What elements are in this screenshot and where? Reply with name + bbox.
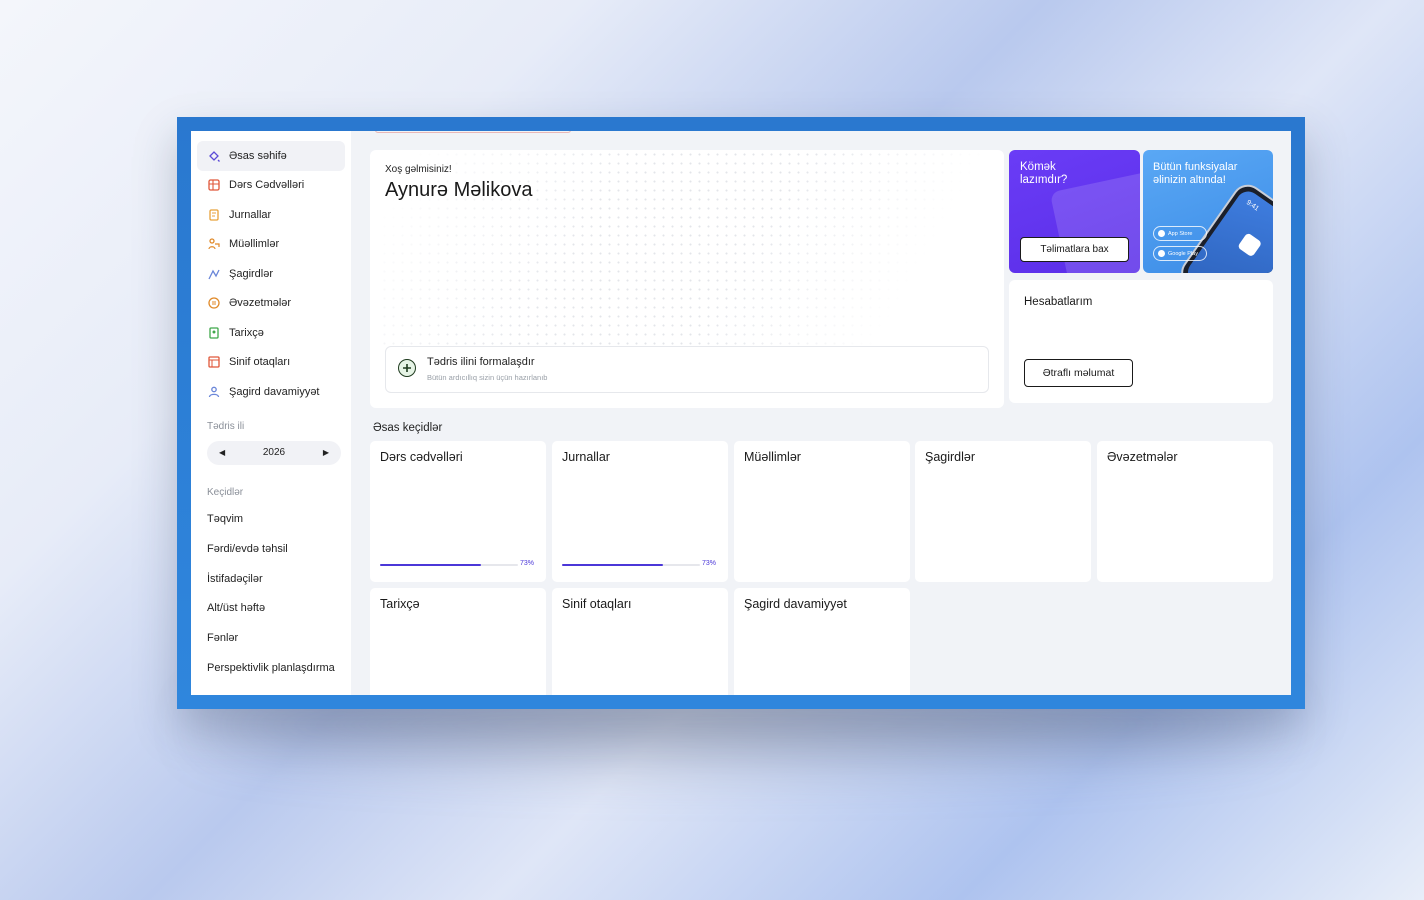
sidebar-link[interactable]: Alt/üst həftə [197, 594, 345, 624]
sidebar-item-label: Əsas səhifə [229, 149, 287, 162]
sidebar-item-label: Şagirdlər [229, 267, 274, 280]
android-icon [1158, 250, 1165, 257]
quick-link-tile[interactable]: Tarixçə [370, 588, 546, 695]
progress-label: 73% [702, 560, 717, 567]
plus-icon [398, 359, 416, 377]
user-name: Aynurə Məlikova [385, 179, 533, 201]
sidebar-links: Təqvim Fərdi/evdə təhsil İstifadəçilər Alt/… [197, 505, 345, 683]
links-section-label: Keçidlər [207, 486, 244, 498]
form-school-year-button[interactable]: Tədris ilini formalaşdır Bütün ardıcıllı… [385, 346, 989, 393]
help-title: Kömək lazımdır? [1020, 161, 1068, 186]
tile-title: Tarixçə [380, 597, 420, 611]
sidebar-item-label: Şagird davamiyyət [229, 385, 320, 398]
mobile-app-card: Bütün funksiyalar əlinizin altında! 9:41… [1143, 150, 1273, 273]
reports-card: Hesabatlarım Ətraflı məlumat [1009, 280, 1273, 403]
help-card: Kömək lazımdır? Təlimatlara bax [1009, 150, 1140, 273]
sidebar: Əsas səhifə Dərs Cədvəlləri Jurnallar Müəll… [191, 131, 351, 695]
device-frame: Əsas səhifə Dərs Cədvəlləri Jurnallar Müəll… [177, 117, 1305, 709]
sidebar-item-label: Əvəzetmələr [229, 297, 292, 310]
sidebar-nav: Əsas səhifə Dərs Cədvəlləri Jurnallar Müəll… [197, 141, 345, 407]
tile-title: Şagird davamiyyət [744, 597, 847, 611]
tile-title: Müəllimlər [744, 450, 801, 464]
students-icon [207, 267, 221, 281]
sidebar-item-label: Jurnallar [229, 208, 272, 221]
view-instructions-button[interactable]: Təlimatlara bax [1020, 237, 1129, 262]
form-subtitle: Bütün ardıcıllıq sizin üçün hazırlanıb [427, 373, 548, 382]
quick-link-tile[interactable]: Şagird davamiyyət [734, 588, 910, 695]
form-title: Tədris ilini formalaşdır [427, 356, 535, 368]
app-store-button[interactable]: App Store [1153, 226, 1207, 241]
year-prev-icon[interactable]: ◀ [219, 448, 225, 457]
app-screen: Əsas səhifə Dərs Cədvəlləri Jurnallar Müəll… [191, 131, 1291, 695]
quick-link-tile[interactable]: Əvəzetmələr [1097, 441, 1273, 582]
swap-icon [207, 296, 221, 310]
sidebar-item[interactable]: Şagirdlər [197, 259, 345, 289]
sidebar-item[interactable]: Dərs Cədvəlləri [197, 171, 345, 201]
sidebar-item-label: Müəllimlər [229, 238, 280, 251]
history-icon [207, 326, 221, 340]
sidebar-link[interactable]: Təqvim [197, 505, 345, 535]
sidebar-item[interactable]: Əvəzetmələr [197, 289, 345, 319]
google-play-label: Google Play [1168, 250, 1198, 257]
journal-icon [207, 208, 221, 222]
sidebar-item[interactable]: Əsas səhifə [197, 141, 345, 171]
sidebar-link[interactable]: Perspektivlik planlaşdırma [197, 653, 345, 683]
progress-fill [380, 564, 481, 566]
attendance-icon [207, 385, 221, 399]
quick-link-tile[interactable]: Müəllimlər [734, 441, 910, 582]
quick-link-tile[interactable]: Jurnallar 73% [552, 441, 728, 582]
quick-link-tile[interactable]: Şagirdlər [915, 441, 1091, 582]
progress-fill [562, 564, 663, 566]
sidebar-item-label: Dərs Cədvəlləri [229, 179, 305, 192]
progress-bar [562, 564, 700, 566]
sidebar-link[interactable]: Fərdi/evdə təhsil [197, 534, 345, 564]
sparkle-icon [207, 149, 221, 163]
reports-title: Hesabatlarım [1024, 296, 1093, 308]
welcome-greeting: Xoş gəlmisiniz! [385, 164, 452, 175]
year-value: 2026 [262, 447, 286, 458]
sidebar-item[interactable]: Sinif otaqları [197, 348, 345, 378]
app-logo-icon [1237, 232, 1263, 258]
quick-link-tile[interactable]: Dərs cədvəlləri 73% [370, 441, 546, 582]
year-picker[interactable]: ◀ 2026 ▶ [207, 440, 341, 465]
sidebar-item[interactable]: Tarixçə [197, 318, 345, 348]
sidebar-item[interactable]: Jurnallar [197, 200, 345, 230]
tile-title: Şagirdlər [925, 450, 976, 464]
tile-title: Sinif otaqları [562, 597, 632, 611]
google-play-button[interactable]: Google Play [1153, 246, 1207, 261]
phone-time: 9:41 [1244, 199, 1260, 213]
year-next-icon[interactable]: ▶ [323, 448, 329, 457]
more-info-button[interactable]: Ətraflı məlumat [1024, 359, 1133, 387]
top-search-edge [375, 131, 571, 133]
quick-links-heading: Əsas keçidlər [373, 422, 443, 434]
sidebar-link[interactable]: Fənlər [197, 623, 345, 653]
progress-label: 73% [520, 560, 535, 567]
welcome-card: Xoş gəlmisiniz! Aynurə Məlikova Tədris i… [370, 150, 1004, 408]
classroom-icon [207, 355, 221, 369]
progress-bar [380, 564, 518, 566]
table-icon [207, 178, 221, 192]
teacher-icon [207, 237, 221, 251]
sidebar-item[interactable]: Şagird davamiyyət [197, 377, 345, 407]
app-card-title: Bütün funksiyalar əlinizin altında! [1153, 161, 1238, 186]
app-store-label: App Store [1168, 230, 1193, 237]
sidebar-item-label: Tarixçə [229, 326, 264, 339]
tile-title: Əvəzetmələr [1107, 450, 1178, 464]
tile-title: Dərs cədvəlləri [380, 450, 463, 464]
tile-title: Jurnallar [562, 450, 610, 464]
year-section-label: Tədris ili [207, 420, 245, 432]
quick-link-tile[interactable]: Sinif otaqları [552, 588, 728, 695]
apple-icon [1158, 230, 1165, 237]
sidebar-item[interactable]: Müəllimlər [197, 230, 345, 260]
sidebar-link[interactable]: İstifadəçilər [197, 564, 345, 594]
sidebar-item-label: Sinif otaqları [229, 356, 291, 369]
